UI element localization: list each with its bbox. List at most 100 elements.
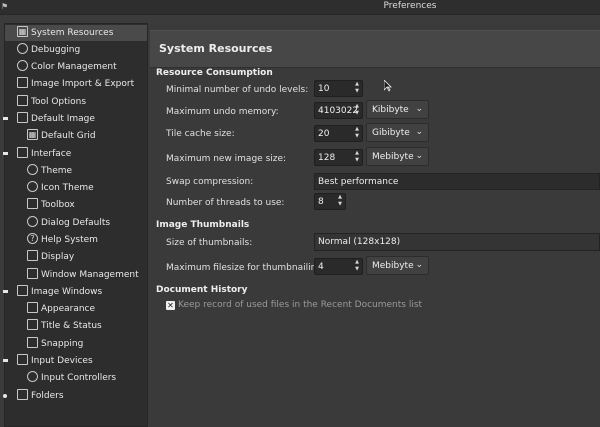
threads-value: 8 <box>318 197 324 207</box>
interface-icon <box>17 147 28 158</box>
page-title: System Resources <box>159 42 273 55</box>
max-thumbnail-filesize-label: Maximum filesize for thumbnailing: <box>166 263 326 273</box>
sidebar-item-label: Snapping <box>41 339 84 349</box>
sidebar-item-label: Appearance <box>41 304 96 314</box>
max-thumbnail-filesize-value: 4 <box>318 262 324 272</box>
sidebar-item-label: Help System <box>41 235 98 245</box>
sidebar-item-input-controllers[interactable]: Input Controllers <box>27 370 116 386</box>
collapse-icon[interactable] <box>3 117 8 120</box>
sidebar-item-folders[interactable]: Folders <box>3 388 64 404</box>
chevron-down-icon: ⌄ <box>415 127 423 137</box>
window-title: Preferences <box>383 1 437 11</box>
collapse-icon[interactable] <box>3 359 8 362</box>
stepper-arrows-icon[interactable]: ▲ ▼ <box>352 150 362 165</box>
tile-cache-stepper[interactable]: 20 ▲ ▼ <box>314 125 363 142</box>
unit-label: Mebibyte <box>372 152 414 162</box>
expand-icon[interactable] <box>3 394 7 398</box>
sidebar-item-label: System Resources <box>31 28 114 38</box>
stepper-arrows-icon[interactable]: ▲ ▼ <box>352 126 362 141</box>
swap-compression-label: Swap compression: <box>166 177 254 187</box>
sidebar-item-image-windows[interactable]: Image Windows <box>3 284 103 300</box>
stepper-arrows-icon[interactable]: ▲ ▼ <box>352 81 362 96</box>
appearance-icon <box>27 302 38 313</box>
preferences-sidebar[interactable]: ▦ System Resources Debugging Color Manage… <box>3 23 148 427</box>
stepper-arrows-icon[interactable]: ▲ ▼ <box>335 194 345 209</box>
keep-record-checkbox[interactable]: ✕ <box>166 301 175 310</box>
max-thumbnail-filesize-stepper[interactable]: 4 ▲ ▼ <box>314 258 363 275</box>
swap-compression-dropdown[interactable]: Best performance <box>314 173 600 190</box>
sidebar-item-title-status[interactable]: Title & Status <box>27 318 102 334</box>
undo-memory-unit-dropdown[interactable]: Kibibyte ⌄ <box>366 100 429 119</box>
sidebar-item-label: Title & Status <box>41 321 102 331</box>
collapse-icon[interactable] <box>3 290 8 293</box>
sidebar-item-label: Input Devices <box>31 356 93 366</box>
sidebar-item-dialog-defaults[interactable]: Dialog Defaults <box>27 215 110 231</box>
window-management-icon <box>27 268 38 279</box>
sidebar-item-debugging[interactable]: Debugging <box>17 42 80 58</box>
sidebar-item-label: Debugging <box>31 45 81 55</box>
unit-label: Mebibyte <box>372 261 414 271</box>
undo-memory-stepper[interactable]: 4103022 ▲ ▼ <box>314 102 363 119</box>
sidebar-item-label: Icon Theme <box>41 183 94 193</box>
resource-consumption-heading: Resource Consumption <box>156 68 273 78</box>
sidebar-item-label: Toolbox <box>41 200 75 210</box>
sidebar-item-default-grid[interactable]: ▦ Default Grid <box>27 128 96 144</box>
sidebar-item-interface[interactable]: Interface <box>3 146 71 162</box>
tile-cache-unit-dropdown[interactable]: Gibibyte ⌄ <box>366 123 429 142</box>
swap-compression-value: Best performance <box>318 177 399 187</box>
sidebar-item-snapping[interactable]: Snapping <box>27 336 83 352</box>
sidebar-item-label: Image Import & Export <box>31 79 135 89</box>
tile-cache-label: Tile cache size: <box>166 129 235 139</box>
sidebar-item-toolbox[interactable]: Toolbox <box>27 197 75 213</box>
mouse-cursor-icon <box>384 80 392 92</box>
max-image-size-unit-dropdown[interactable]: Mebibyte ⌄ <box>366 147 429 166</box>
help-icon: ? <box>27 233 38 244</box>
stepper-arrows-icon[interactable]: ▲ ▼ <box>352 259 362 274</box>
max-image-size-value: 128 <box>318 153 336 163</box>
sidebar-item-appearance[interactable]: Appearance <box>27 301 95 317</box>
unit-label: Kibibyte <box>372 105 409 115</box>
sidebar-item-display[interactable]: Display <box>27 249 74 265</box>
keep-record-label[interactable]: Keep record of used files in the Recent … <box>178 300 422 310</box>
default-image-icon <box>17 112 28 123</box>
threads-stepper[interactable]: 8 ▲ ▼ <box>314 193 346 210</box>
max-thumbnail-filesize-unit-dropdown[interactable]: Mebibyte ⌄ <box>366 256 429 275</box>
thumbnail-size-value: Normal (128x128) <box>318 237 401 247</box>
sidebar-item-default-image[interactable]: Default Image <box>3 111 95 127</box>
input-devices-icon <box>17 354 28 365</box>
image-import-export-icon <box>17 77 28 88</box>
theme-icon <box>27 164 38 175</box>
sidebar-item-system-resources[interactable]: ▦ System Resources <box>5 25 147 41</box>
sidebar-item-label: Image Windows <box>31 287 103 297</box>
sidebar-item-theme[interactable]: Theme <box>27 163 72 179</box>
sidebar-item-color-management[interactable]: Color Management <box>17 59 117 75</box>
page-header: System Resources <box>150 30 600 68</box>
thumbnail-size-dropdown[interactable]: Normal (128x128) <box>314 233 600 251</box>
snapping-icon <box>27 337 38 348</box>
settings-panel: System Resources Resource Consumption Mi… <box>150 23 600 427</box>
undo-levels-value: 10 <box>318 84 330 94</box>
sidebar-item-tool-options[interactable]: Tool Options <box>17 94 86 110</box>
folders-icon <box>17 389 28 400</box>
sidebar-item-label: Color Management <box>31 62 117 72</box>
undo-memory-label: Maximum undo memory: <box>166 107 279 117</box>
sidebar-item-label: Folders <box>31 391 64 401</box>
sidebar-item-label: Theme <box>41 166 73 176</box>
chevron-down-icon: ⌄ <box>415 151 423 161</box>
sidebar-item-input-devices[interactable]: Input Devices <box>3 353 93 369</box>
undo-levels-label: Minimal number of undo levels: <box>166 85 309 95</box>
dialog-defaults-icon <box>27 216 38 227</box>
sidebar-item-help-system[interactable]: ? Help System <box>27 232 98 248</box>
sidebar-item-image-import-export[interactable]: Image Import & Export <box>17 76 134 92</box>
max-image-size-stepper[interactable]: 128 ▲ ▼ <box>314 149 363 166</box>
chip-icon: ▦ <box>17 26 28 37</box>
sidebar-item-icon-theme[interactable]: Icon Theme <box>27 180 94 196</box>
chevron-down-icon: ⌄ <box>415 104 423 114</box>
chevron-down-icon: ⌄ <box>415 260 423 270</box>
display-icon <box>27 250 38 261</box>
undo-levels-stepper[interactable]: 10 ▲ ▼ <box>314 80 363 97</box>
sidebar-item-label: Dialog Defaults <box>41 218 111 228</box>
collapse-icon[interactable] <box>3 152 8 155</box>
sidebar-item-window-management[interactable]: Window Management <box>27 267 139 283</box>
stepper-arrows-icon[interactable]: ▲ ▼ <box>352 103 362 118</box>
